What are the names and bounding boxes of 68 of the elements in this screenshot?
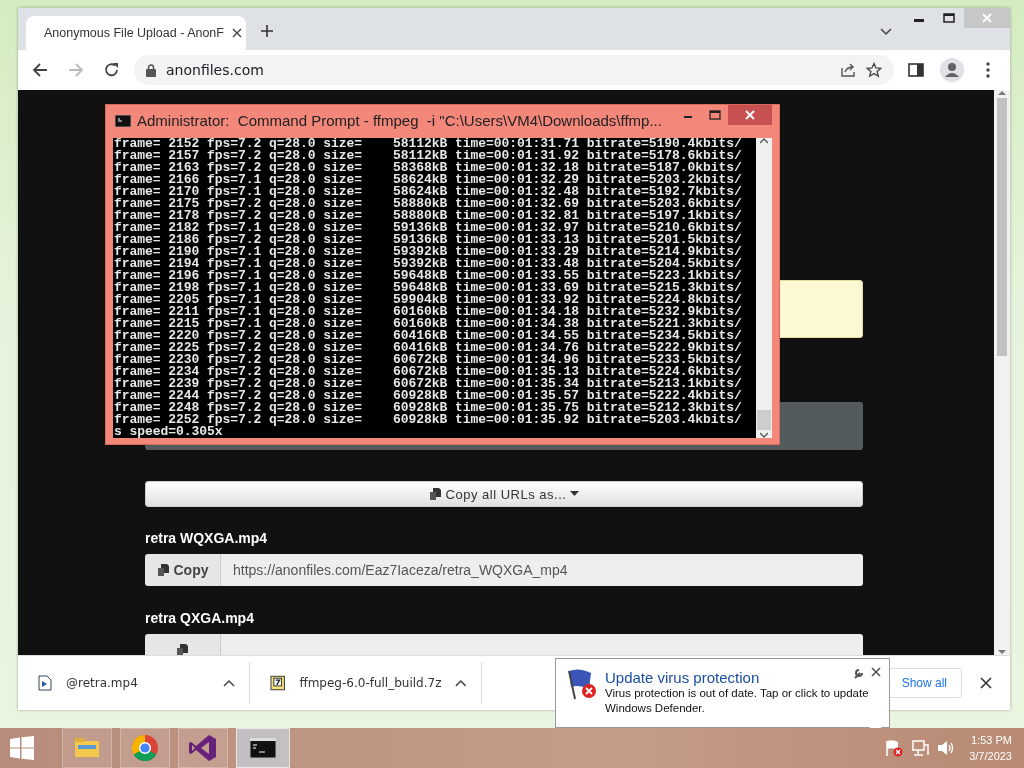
copy-icon	[428, 487, 442, 501]
scroll-thumb[interactable]	[997, 98, 1007, 356]
download-item[interactable]: @retra.mp4	[18, 662, 250, 704]
file-name: retra QXGA.mp4	[145, 610, 255, 626]
url-field[interactable]: https://anonfiles.com/Eaz7Iaceza/retra_WQXGA_mp4	[221, 554, 863, 586]
download-item[interactable]: ffmpeg-6.0-full_build.7z	[250, 662, 482, 704]
notification-title: Update virus protection	[605, 669, 761, 686]
console-line: frame= 2152 fps=7.2 q=28.0 size= 58112kB time=00:01:31.71 bitrate=5190.4kbits/	[114, 138, 743, 150]
console-icon	[115, 114, 131, 127]
console-line: frame= 2215 fps=7.1 q=28.0 size= 60160kB time=00:01:34.38 bitrate=5221.3kbits/	[114, 318, 743, 330]
shield-flag-icon	[565, 667, 599, 701]
console-line: frame= 2186 fps=7.2 q=28.0 size= 59136kB time=00:01:33.13 bitrate=5201.5kbits/	[114, 234, 743, 246]
wrench-icon[interactable]	[853, 667, 865, 679]
console-line: frame= 2234 fps=7.2 q=28.0 size= 60672kB time=00:01:35.13 bitrate=5224.6kbits/	[114, 366, 743, 378]
caret-icon	[570, 491, 580, 497]
copy-all-button[interactable]: Copy all URLs as...	[145, 481, 863, 507]
file-name: retra WQXGA.mp4	[145, 530, 269, 546]
scroll-thumb[interactable]	[757, 410, 771, 430]
console-line: frame= 2157 fps=7.2 q=28.0 size= 58112kB time=00:01:31.92 bitrate=5178.6kbits/	[114, 150, 743, 162]
copy-icon	[176, 643, 189, 655]
console-line: frame= 2163 fps=7.2 q=28.0 size= 58368kB time=00:01:32.18 bitrate=5187.0kbits/	[114, 162, 743, 174]
archive-file-icon	[270, 675, 286, 691]
console-line: frame= 2230 fps=7.2 q=28.0 size= 60672kB time=00:01:34.96 bitrate=5233.5kbits/	[114, 354, 743, 366]
close-icon[interactable]	[871, 667, 881, 677]
address-bar[interactable]: anonfiles.com	[134, 55, 894, 85]
scroll-up-icon[interactable]	[760, 138, 768, 144]
copy-button[interactable]: Copy	[145, 554, 221, 586]
clock-time: 1:53 PM	[971, 733, 1012, 748]
browser-tab[interactable]: Anonymous File Upload - AnonF	[26, 16, 246, 50]
scrollbar[interactable]	[756, 138, 772, 438]
window-title: Administrator: Command Prompt - ffmpeg -i "C:\Users\VM4\Downloads\ffmp...	[137, 112, 662, 129]
caret-icon	[455, 679, 467, 687]
console-line: frame= 2182 fps=7.1 q=28.0 size= 59136kB time=00:01:32.97 bitrate=5210.6kbits/	[114, 222, 743, 234]
console-line: frame= 2244 fps=7.2 q=28.0 size= 60928kB time=00:01:35.57 bitrate=5222.4kbits/	[114, 390, 743, 402]
console-line: frame= 2211 fps=7.1 q=28.0 size= 60160kB time=00:01:34.18 bitrate=5232.9kbits/	[114, 306, 743, 318]
taskbar-app[interactable]	[236, 728, 290, 768]
console-line: frame= 2248 fps=7.2 q=28.0 size= 60928kB time=00:01:35.75 bitrate=5212.3kbits/	[114, 402, 743, 414]
console-line: frame= 2170 fps=7.1 q=28.0 size= 58624kB time=00:01:32.48 bitrate=5192.7kbits/	[114, 186, 743, 198]
scrollbar[interactable]	[994, 90, 1010, 655]
console-line: s speed=0.305x	[114, 426, 223, 438]
console-line: frame= 2220 fps=7.2 q=28.0 size= 60416kB time=00:01:34.55 bitrate=5234.5kbits/	[114, 330, 743, 342]
console-line: frame= 2190 fps=7.1 q=28.0 size= 59392kB time=00:01:33.29 bitrate=5214.9kbits/	[114, 246, 743, 258]
notification-text: Virus protection is out of date. Tap or click to update Windows Defender.	[605, 686, 870, 716]
scroll-down-icon[interactable]	[760, 432, 768, 438]
console-line: frame= 2239 fps=7.2 q=28.0 size= 60672kB time=00:01:35.34 bitrate=5213.1kbits/	[114, 378, 743, 390]
profile-icon[interactable]	[938, 56, 966, 84]
console-line: frame= 2205 fps=7.1 q=28.0 size= 59904kB time=00:01:33.92 bitrate=5224.8kbits/	[114, 294, 743, 306]
console-line: frame= 2178 fps=7.2 q=28.0 size= 58880kB time=00:01:32.81 bitrate=5197.1kbits/	[114, 210, 743, 222]
clock-date: 3/7/2023	[969, 749, 1012, 764]
volume-icon[interactable]	[937, 739, 956, 757]
console-line: frame= 2196 fps=7.1 q=28.0 size= 59648kB time=00:01:33.55 bitrate=5223.1kbits/	[114, 270, 743, 282]
console-line: frame= 2225 fps=7.2 q=28.0 size= 60416kB time=00:01:34.76 bitrate=5222.9kbits/	[114, 342, 743, 354]
console-line: frame= 2252 fps=7.2 q=28.0 size= 60928kB time=00:01:35.92 bitrate=5203.4kbits/	[114, 414, 743, 426]
star-icon[interactable]	[866, 62, 882, 78]
notification-popup[interactable]: Update virus protection Virus protection is out of date. Tap or click to update Windows Defender.	[555, 658, 890, 728]
console-line: frame= 2175 fps=7.2 q=28.0 size= 58880kB time=00:01:32.69 bitrate=5203.6kbits/	[114, 198, 743, 210]
console-line: frame= 2194 fps=7.1 q=28.0 size= 59392kB time=00:01:33.48 bitrate=5204.5kbits/	[114, 258, 743, 270]
console-line: frame= 2198 fps=7.1 q=28.0 size= 59648kB time=00:01:33.69 bitrate=5215.3kbits/	[114, 282, 743, 294]
video-file-icon	[38, 675, 52, 691]
browser-icon	[130, 733, 160, 763]
lock-icon	[146, 63, 156, 77]
infinity-logo-icon	[188, 733, 218, 763]
flag-alert-icon[interactable]	[885, 739, 904, 757]
close-icon[interactable]	[231, 28, 242, 38]
caret-icon	[223, 679, 235, 687]
copy-icon	[156, 563, 170, 577]
console-line: frame= 2166 fps=7.1 q=28.0 size= 58624kB time=00:01:32.29 bitrate=5203.2kbits/	[114, 174, 743, 186]
share-icon[interactable]	[840, 62, 856, 78]
